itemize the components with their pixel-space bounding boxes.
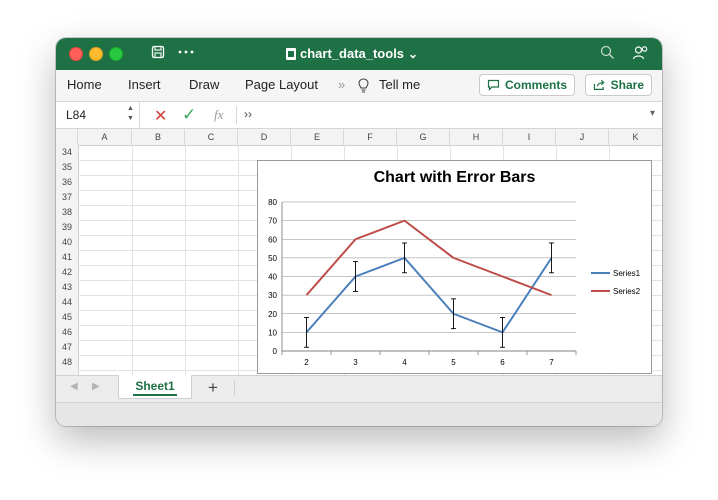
chevron-down-icon: ⌄: [408, 47, 419, 61]
column-headers: A B C D E F G H I J K: [56, 129, 662, 146]
row-header[interactable]: 41: [56, 250, 78, 265]
gridline: [238, 145, 239, 375]
close-window-button[interactable]: [69, 47, 83, 61]
x-tick-label: 4: [402, 358, 407, 367]
row-header[interactable]: 37: [56, 190, 78, 205]
add-sheet-button[interactable]: +: [208, 378, 218, 398]
x-tick-label: 2: [304, 358, 309, 367]
chart-plot: 0 10 20 30 40 50 60 70 80 2 3 4 5 6 7 Series1 Series2: [268, 198, 641, 367]
y-tick-label: 40: [268, 273, 277, 282]
gridline: [185, 145, 186, 375]
column-header[interactable]: K: [609, 129, 662, 145]
tab-draw[interactable]: Draw: [189, 77, 219, 93]
tab-divider: [234, 380, 235, 396]
title-bar: chart_data_tools ⌄: [56, 38, 662, 70]
tab-insert[interactable]: Insert: [128, 77, 161, 93]
account-icon[interactable]: [632, 45, 649, 62]
legend-label: Series2: [613, 287, 641, 296]
x-tick-label: 5: [451, 358, 456, 367]
column-header[interactable]: C: [185, 129, 238, 145]
column-header[interactable]: F: [344, 129, 397, 145]
y-tick-label: 0: [273, 347, 278, 356]
zoom-window-button[interactable]: [109, 47, 123, 61]
comments-button[interactable]: Comments: [479, 74, 575, 96]
name-box-value: L84: [66, 108, 87, 122]
share-label: Share: [610, 78, 644, 92]
y-tick-label: 60: [268, 235, 277, 244]
status-bar: [56, 402, 662, 426]
comment-icon: [487, 79, 500, 91]
row-header[interactable]: 38: [56, 205, 78, 220]
ellipsis-icon[interactable]: [178, 50, 194, 54]
y-tick-label: 80: [268, 198, 277, 207]
floppy-disk-icon[interactable]: [151, 45, 165, 59]
column-header[interactable]: H: [450, 129, 503, 145]
y-tick-label: 20: [268, 310, 277, 319]
y-tick-label: 30: [268, 291, 277, 300]
x-tick-label: 6: [500, 358, 505, 367]
tell-me-search[interactable]: Tell me: [379, 77, 420, 93]
row-header[interactable]: 34: [56, 145, 78, 160]
y-tick-label: 10: [268, 328, 277, 337]
row-header[interactable]: 36: [56, 175, 78, 190]
x-tick-label: 3: [353, 358, 358, 367]
column-header[interactable]: B: [132, 129, 185, 145]
fx-icon[interactable]: fx: [214, 107, 223, 123]
sheet-tab-bar: ◀ ▶ Sheet1 +: [56, 375, 662, 402]
column-header[interactable]: G: [397, 129, 450, 145]
row-header[interactable]: 43: [56, 280, 78, 295]
row-header[interactable]: 42: [56, 265, 78, 280]
tab-home[interactable]: Home: [67, 77, 102, 93]
confirm-icon[interactable]: ✓: [182, 105, 196, 125]
row-header[interactable]: 35: [56, 160, 78, 175]
tab-page-layout[interactable]: Page Layout: [245, 77, 318, 93]
formula-bar: L84 ▲ ▼ ✕ ✓ fx ›› ▾: [56, 102, 662, 129]
row-headers: 34 35 36 37 38 39 40 41 42 43 44 45 46 4…: [56, 145, 79, 375]
share-icon: [593, 79, 605, 90]
minimize-window-button[interactable]: [89, 47, 103, 61]
formula-dropdown-icon[interactable]: ▾: [650, 108, 655, 119]
y-tick-label: 50: [268, 254, 277, 263]
x-tick-label: 7: [549, 358, 554, 367]
ribbon: Home Insert Draw Page Layout » Tell me C…: [56, 70, 662, 102]
row-header[interactable]: 46: [56, 325, 78, 340]
row-header[interactable]: 48: [56, 355, 78, 370]
legend-label: Series1: [613, 269, 641, 278]
scroll-tabs-right-icon[interactable]: ▶: [92, 381, 100, 392]
document-title[interactable]: chart_data_tools ⌄: [286, 45, 418, 63]
chart[interactable]: Chart with Error Bars 0 10 20 30 40 50 60 70 80 2…: [257, 160, 652, 374]
share-button[interactable]: Share: [585, 74, 652, 96]
name-box[interactable]: L84 ▲ ▼: [56, 102, 140, 128]
search-icon[interactable]: [600, 45, 615, 60]
formula-bar-divider: [236, 106, 237, 124]
row-header[interactable]: 39: [56, 220, 78, 235]
scroll-tabs-left-icon[interactable]: ◀: [70, 381, 78, 392]
document-icon: [286, 48, 296, 60]
row-header[interactable]: 44: [56, 295, 78, 310]
document-title-text: chart_data_tools: [300, 46, 405, 61]
ribbon-overflow-chevron-icon[interactable]: »: [338, 77, 345, 93]
column-header[interactable]: I: [503, 129, 556, 145]
row-header[interactable]: 40: [56, 235, 78, 250]
spin-up-icon[interactable]: ▲: [127, 105, 134, 112]
column-header[interactable]: A: [78, 129, 132, 145]
gridline: [132, 145, 133, 375]
select-all-corner[interactable]: [56, 129, 78, 145]
comments-label: Comments: [504, 78, 567, 92]
column-header[interactable]: D: [238, 129, 291, 145]
column-header[interactable]: J: [556, 129, 609, 145]
formula-expand-icon[interactable]: ››: [244, 107, 252, 121]
lightbulb-icon: [358, 78, 369, 93]
cancel-icon[interactable]: ✕: [154, 106, 167, 126]
row-header[interactable]: 47: [56, 340, 78, 355]
column-header[interactable]: E: [291, 129, 344, 145]
excel-window: chart_data_tools ⌄ Home Insert Draw Page…: [56, 38, 662, 426]
sheet-tab-sheet1[interactable]: Sheet1: [118, 375, 192, 399]
spin-down-icon[interactable]: ▼: [127, 115, 134, 122]
row-header[interactable]: 45: [56, 310, 78, 325]
y-tick-label: 70: [268, 217, 277, 226]
